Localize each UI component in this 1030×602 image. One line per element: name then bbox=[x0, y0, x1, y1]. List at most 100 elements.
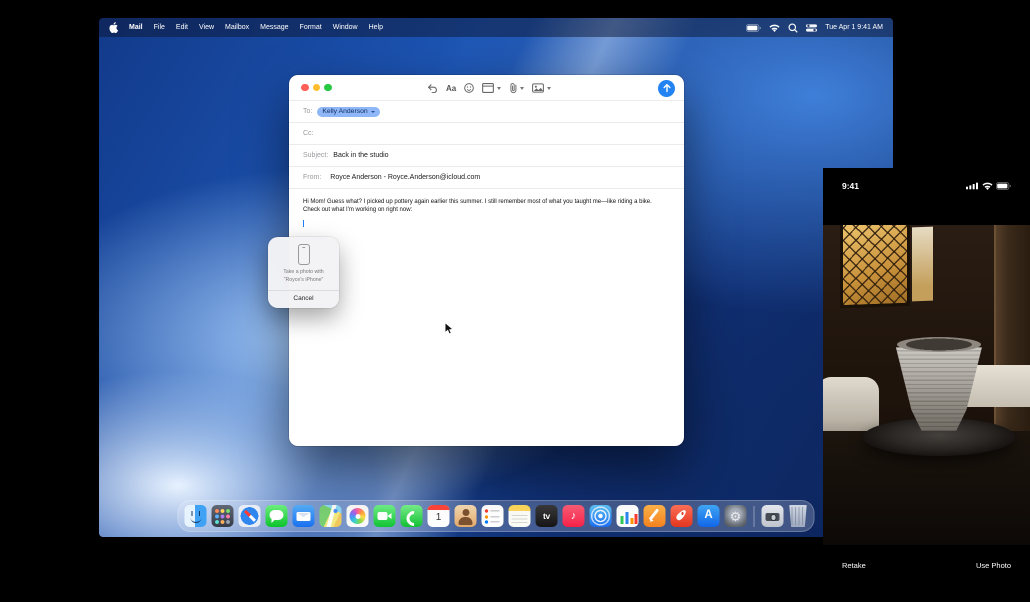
compose-toolbar: Aa bbox=[427, 75, 551, 101]
tv-icon: tv bbox=[543, 512, 550, 521]
iphone-status-bar: 9:41 bbox=[823, 177, 1030, 195]
dock-item-music[interactable]: ♪ bbox=[563, 505, 585, 527]
menu-item-format[interactable]: Format bbox=[300, 24, 322, 31]
close-button[interactable] bbox=[301, 84, 309, 92]
dock-item-contacts[interactable] bbox=[455, 505, 477, 527]
iphone-battery-icon bbox=[996, 177, 1011, 195]
wifi-icon[interactable] bbox=[769, 24, 780, 32]
mail-compose-window: Aa T bbox=[289, 75, 684, 446]
recipient-name: Kelly Anderson bbox=[322, 108, 367, 115]
recipient-token[interactable]: Kelly Anderson bbox=[317, 107, 379, 117]
message-text: Hi Mom! Guess what? I picked up pottery … bbox=[303, 198, 670, 215]
gear-icon: ⚙ bbox=[730, 510, 742, 523]
cc-field-row[interactable]: Cc: bbox=[289, 123, 684, 145]
cancel-button[interactable]: Cancel bbox=[268, 291, 339, 309]
dock-item-pages[interactable] bbox=[644, 505, 666, 527]
menu-item-message[interactable]: Message bbox=[260, 24, 288, 31]
dock-item-launchpad[interactable] bbox=[212, 505, 234, 527]
dock: 1 tv ♪ A ⚙ bbox=[178, 500, 815, 532]
clay-pot-shape bbox=[896, 343, 982, 431]
chevron-down-icon bbox=[497, 87, 501, 90]
menu-item-view[interactable]: View bbox=[199, 24, 214, 31]
text-caret bbox=[303, 220, 304, 228]
menu-item-window[interactable]: Window bbox=[333, 24, 358, 31]
use-photo-button[interactable]: Use Photo bbox=[976, 561, 1011, 570]
control-center-icon[interactable] bbox=[806, 24, 817, 32]
zoom-button[interactable] bbox=[324, 84, 332, 92]
to-label: To: bbox=[303, 108, 312, 115]
cc-label: Cc: bbox=[303, 130, 314, 137]
door-shape bbox=[994, 225, 1030, 441]
calendar-icon: 1 bbox=[436, 513, 442, 523]
dock-item-stocks[interactable] bbox=[617, 505, 639, 527]
menu-item-mailbox[interactable]: Mailbox bbox=[225, 24, 249, 31]
mouse-cursor bbox=[444, 322, 454, 341]
retake-button[interactable]: Retake bbox=[842, 561, 866, 570]
dock-item-reminders[interactable] bbox=[482, 505, 504, 527]
battery-icon[interactable] bbox=[746, 24, 761, 32]
undo-button[interactable] bbox=[427, 83, 438, 93]
dock-item-phone[interactable] bbox=[401, 505, 423, 527]
dock-item-notes[interactable] bbox=[509, 505, 531, 527]
camera-preview-photo bbox=[823, 225, 1030, 545]
dock-item-settings[interactable]: ⚙ bbox=[725, 505, 747, 527]
chevron-down-icon bbox=[371, 111, 375, 113]
subject-field-row[interactable]: Subject: Back in the studio bbox=[289, 145, 684, 167]
iphone-clock: 9:41 bbox=[842, 181, 859, 191]
menu-bar-clock[interactable]: Tue Apr 1 9:41 AM bbox=[825, 24, 883, 31]
dock-item-calendar[interactable]: 1 bbox=[428, 505, 450, 527]
window-titlebar[interactable]: Aa bbox=[289, 75, 684, 101]
dock-item-camera[interactable] bbox=[762, 505, 784, 527]
dock-item-rocket-app[interactable] bbox=[671, 505, 693, 527]
pot-rim-shape bbox=[897, 337, 981, 352]
send-button[interactable] bbox=[658, 80, 675, 97]
search-icon[interactable] bbox=[788, 23, 798, 33]
iphone-wifi-icon bbox=[982, 177, 993, 195]
dock-item-finder[interactable] bbox=[185, 505, 207, 527]
minimize-button[interactable] bbox=[313, 84, 321, 92]
window-light-shape bbox=[912, 227, 933, 302]
attach-button[interactable] bbox=[509, 82, 525, 94]
menu-bar: Mail File Edit View Mailbox Message Form… bbox=[99, 18, 893, 37]
insert-photo-button[interactable] bbox=[532, 83, 551, 93]
app-store-icon: A bbox=[704, 510, 712, 522]
emoji-button[interactable] bbox=[464, 83, 474, 93]
from-field-row[interactable]: From: Royce Anderson - Royce.Anderson@ic… bbox=[289, 167, 684, 189]
cellular-icon bbox=[966, 177, 978, 195]
dock-item-facetime[interactable] bbox=[374, 505, 396, 527]
to-field-row[interactable]: To: Kelly Anderson bbox=[289, 101, 684, 123]
take-photo-popover: Take a photo with “Royce’s iPhone” Cance… bbox=[268, 237, 339, 308]
apple-menu[interactable] bbox=[109, 22, 118, 33]
menu-item-mail[interactable]: Mail bbox=[129, 24, 143, 31]
popover-text-line2: “Royce’s iPhone” bbox=[273, 277, 334, 285]
iphone-camera-panel: 9:41 Retake Use Photo bbox=[823, 168, 1030, 602]
from-label: From: bbox=[303, 174, 321, 181]
dock-item-tv[interactable]: tv bbox=[536, 505, 558, 527]
subject-label: Subject: bbox=[303, 152, 328, 159]
message-body[interactable]: Hi Mom! Guess what? I picked up pottery … bbox=[289, 189, 684, 227]
dock-item-trash[interactable] bbox=[789, 505, 808, 527]
music-note-icon: ♪ bbox=[571, 511, 577, 522]
stationery-button[interactable] bbox=[482, 83, 501, 93]
chevron-down-icon bbox=[520, 87, 524, 90]
dock-item-photos[interactable] bbox=[347, 505, 369, 527]
menu-item-help[interactable]: Help bbox=[369, 24, 383, 31]
menu-item-edit[interactable]: Edit bbox=[176, 24, 188, 31]
window-lattice-shape bbox=[840, 225, 910, 308]
menu-item-file[interactable]: File bbox=[154, 24, 165, 31]
dock-item-find-my[interactable] bbox=[590, 505, 612, 527]
desktop: Mail File Edit View Mailbox Message Form… bbox=[99, 18, 893, 537]
dock-item-safari[interactable] bbox=[239, 505, 261, 527]
dock-item-mail[interactable] bbox=[293, 505, 315, 527]
chevron-down-icon bbox=[547, 87, 551, 90]
iphone-icon bbox=[298, 244, 310, 265]
dock-item-app-store[interactable]: A bbox=[698, 505, 720, 527]
popover-text-line1: Take a photo with bbox=[273, 269, 334, 277]
from-value[interactable]: Royce Anderson - Royce.Anderson@icloud.c… bbox=[330, 174, 480, 181]
dock-item-maps[interactable] bbox=[320, 505, 342, 527]
format-button[interactable]: Aa bbox=[446, 84, 456, 93]
dock-separator bbox=[754, 506, 755, 527]
camera-action-bar: Retake Use Photo bbox=[823, 545, 1030, 585]
subject-value[interactable]: Back in the studio bbox=[333, 152, 388, 159]
dock-item-messages[interactable] bbox=[266, 505, 288, 527]
